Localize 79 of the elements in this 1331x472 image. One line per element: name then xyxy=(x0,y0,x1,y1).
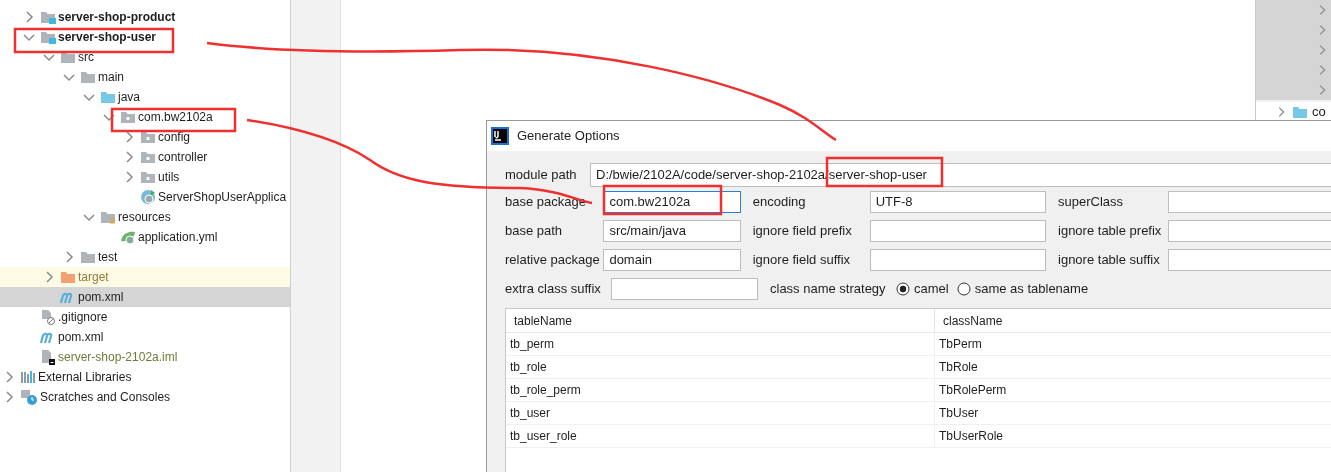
radio-button[interactable] xyxy=(956,281,971,296)
field-label: class name strategy xyxy=(770,279,887,298)
text-field[interactable]: UTF-8 xyxy=(869,190,1046,213)
libraries-icon xyxy=(20,370,36,384)
table-cell-text: TbRolePerm xyxy=(938,382,1008,399)
tree-row[interactable]: application.yml xyxy=(0,227,290,247)
spring-config-icon xyxy=(120,229,136,245)
column-header[interactable]: className xyxy=(935,309,1331,332)
tree-item[interactable]: co xyxy=(1312,102,1326,122)
tree-row[interactable]: Scratches and Consoles xyxy=(0,387,290,407)
field-label: base path xyxy=(505,221,564,240)
module-folder-icon xyxy=(40,10,56,24)
resources-folder-icon xyxy=(100,210,116,224)
package-icon xyxy=(140,150,156,164)
text-field[interactable] xyxy=(869,219,1046,242)
table-cell-text: TbPerm xyxy=(938,336,983,353)
tree-row[interactable]: controller xyxy=(0,147,290,167)
tree-row[interactable]: test xyxy=(0,247,290,267)
field-label: ignore table prefix xyxy=(1058,221,1163,240)
source-folder-icon xyxy=(100,90,116,104)
tree-row[interactable]: com.bw2102a xyxy=(0,107,290,127)
table-cell-text: TbUserRole xyxy=(938,428,1005,445)
field-label: ignore field prefix xyxy=(752,221,853,240)
tree-row[interactable]: utils xyxy=(0,167,290,187)
tree-row[interactable]: server-shop-2102a.iml xyxy=(0,347,290,367)
module-file-icon xyxy=(40,349,56,365)
text-field[interactable]: com.bw2102a xyxy=(603,190,741,213)
text-field[interactable] xyxy=(611,277,758,300)
table-cell: tb_role_perm xyxy=(506,379,935,401)
package-icon xyxy=(140,170,156,184)
text-field[interactable] xyxy=(1168,190,1331,213)
table-cell: tb_user_role xyxy=(506,425,935,447)
radio-label[interactable]: same as tablename xyxy=(974,278,1089,299)
column-header[interactable]: tableName xyxy=(506,309,935,332)
table-cell: tb_perm xyxy=(506,333,935,355)
app-logo-icon xyxy=(491,127,509,145)
field-label: ignore table suffix xyxy=(1058,250,1161,269)
table-cell-text: TbUser xyxy=(938,405,980,422)
text-field[interactable] xyxy=(869,248,1046,271)
tree-row[interactable]: java xyxy=(0,87,290,107)
tree-row[interactable]: ServerShopUserApplica xyxy=(0,187,290,207)
spring-class-icon xyxy=(140,189,156,205)
radio-button[interactable] xyxy=(896,281,910,296)
field-label: extra class suffix xyxy=(505,279,602,298)
field-label: encoding xyxy=(752,192,807,211)
text-field[interactable]: domain xyxy=(603,248,741,271)
tree-row[interactable]: .gitignore xyxy=(0,307,290,327)
package-icon xyxy=(120,110,136,124)
field-label: relative package xyxy=(505,250,601,269)
package-icon xyxy=(140,130,156,144)
tree-row[interactable]: External Libraries xyxy=(0,367,290,387)
tree-row[interactable]: target xyxy=(0,267,290,287)
table-cell: tb_role xyxy=(506,356,935,378)
field-label: base package xyxy=(505,192,587,211)
tree-row[interactable]: src xyxy=(0,47,290,67)
tree-row[interactable]: pom.xml xyxy=(0,327,290,347)
module-folder-icon xyxy=(40,30,56,44)
text-field[interactable]: src/main/java xyxy=(603,219,741,242)
tree-row[interactable]: server-shop-product xyxy=(0,7,290,27)
folder-icon xyxy=(80,250,96,264)
tree-row[interactable]: server-shop-user xyxy=(0,27,290,47)
ignored-file-icon xyxy=(40,309,56,325)
folder-icon xyxy=(80,70,96,84)
field-label: superClass xyxy=(1058,192,1125,211)
table-cell-text: TbRole xyxy=(938,359,979,376)
folder-icon xyxy=(60,50,76,64)
tree-row[interactable]: config xyxy=(0,127,290,147)
radio-label[interactable]: camel xyxy=(914,278,949,299)
window-title: Generate Options xyxy=(517,127,620,146)
tree-row[interactable]: pom.xml xyxy=(0,287,290,307)
tree-row[interactable]: resources xyxy=(0,207,290,227)
tree-row[interactable]: main xyxy=(0,67,290,87)
text-field[interactable] xyxy=(1168,219,1331,242)
text-field[interactable] xyxy=(1168,248,1331,271)
field-label: module path xyxy=(505,165,578,184)
scratches-icon xyxy=(20,389,38,405)
folder-icon xyxy=(60,270,76,284)
field-label: ignore field suffix xyxy=(752,250,852,269)
table-cell: tb_user xyxy=(506,402,935,424)
